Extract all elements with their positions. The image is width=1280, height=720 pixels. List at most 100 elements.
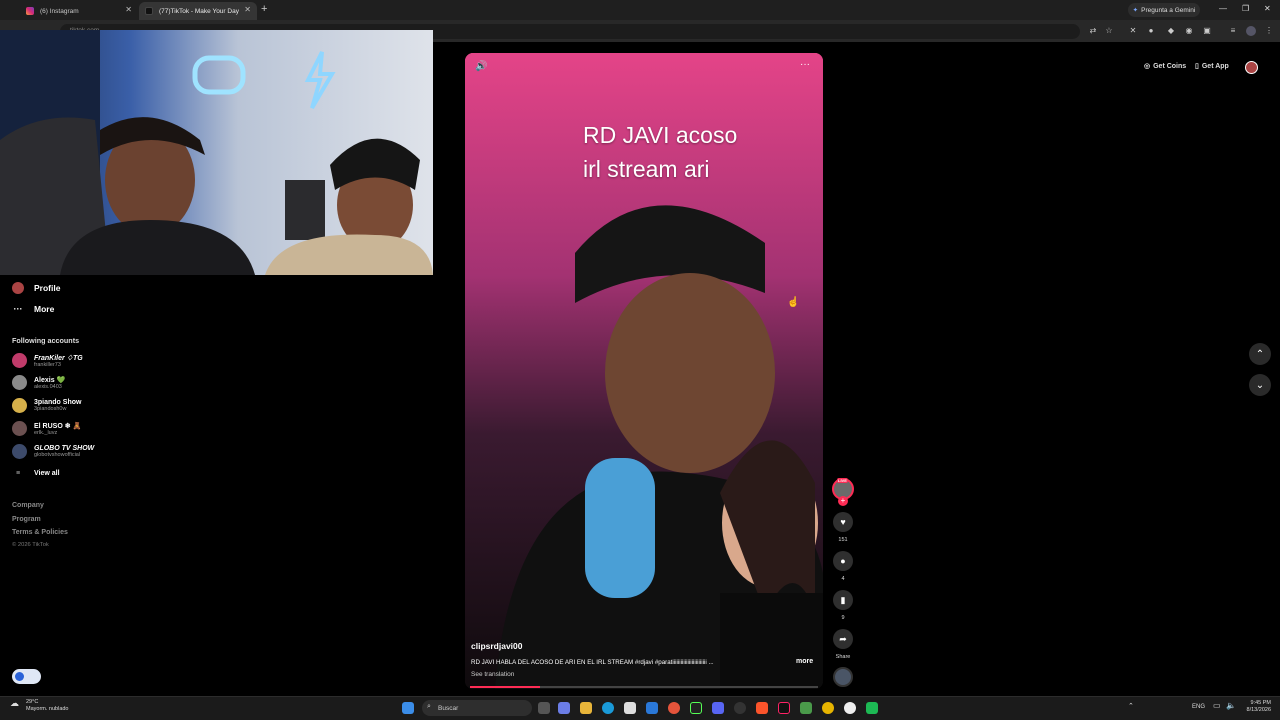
comment-icon: ● — [840, 556, 846, 566]
following-account[interactable]: 3piando Show 3piandosh0w — [12, 398, 81, 413]
share-button[interactable]: ➦ — [833, 629, 853, 649]
view-all-label: View all — [34, 470, 60, 477]
avatar — [12, 421, 27, 436]
tab-label: (77)TikTok - Make Your Day — [159, 7, 239, 15]
comment-button[interactable]: ● — [833, 551, 853, 571]
close-window-icon[interactable]: ✕ — [1264, 4, 1271, 13]
close-tab-icon[interactable]: ✕ — [244, 5, 251, 14]
following-account[interactable]: GLOBO TV SHOW globotvshowofficial — [12, 444, 94, 459]
discord-icon[interactable] — [712, 702, 724, 714]
share-label: Share — [835, 654, 851, 660]
edge-icon[interactable] — [602, 702, 614, 714]
minimize-icon[interactable]: — — [1219, 4, 1227, 13]
toggle-icon — [15, 672, 24, 681]
following-account[interactable]: El RUSO ❄ 🧸 erlk._luvz — [12, 421, 81, 436]
floating-toggle-button[interactable] — [12, 669, 41, 684]
taskbar-clock[interactable]: 9:45 PM 8/13/2026 — [1241, 700, 1271, 714]
restore-icon[interactable]: ❐ — [1242, 4, 1249, 13]
extension-x-icon[interactable]: ✕ — [1128, 26, 1138, 36]
extensions-puzzle-icon[interactable]: ▣ — [1202, 26, 1212, 36]
like-button[interactable]: ♥ — [833, 512, 853, 532]
follow-plus-icon[interactable]: + — [838, 496, 848, 506]
brave-icon[interactable] — [756, 702, 768, 714]
mouse-cursor-icon: ☝ — [787, 297, 800, 308]
comment-count: 4 — [841, 576, 845, 582]
chrome-icon[interactable] — [668, 702, 680, 714]
app-icon[interactable] — [800, 702, 812, 714]
store-icon[interactable] — [624, 702, 636, 714]
tab-tiktok[interactable]: (77)TikTok - Make Your Day ✕ — [139, 2, 257, 20]
language-indicator[interactable]: ENG — [1192, 704, 1205, 710]
get-app-button[interactable]: ▯ Get App — [1195, 62, 1229, 71]
sidebar-item-more[interactable]: ··· More — [12, 304, 55, 314]
windows-start-icon[interactable] — [402, 702, 414, 714]
unreal-icon[interactable] — [844, 702, 856, 714]
footer-link-company[interactable]: Company — [12, 502, 44, 509]
video-author[interactable]: clipsrdjavi00 — [471, 641, 523, 651]
chevron-down-icon: ⌄ — [1255, 379, 1265, 391]
taskbar-search[interactable]: ⌕ Buscar — [422, 700, 532, 716]
bookmark-star-icon[interactable]: ☆ — [1104, 26, 1114, 36]
close-tab-icon[interactable]: ✕ — [125, 5, 132, 14]
sparkle-icon: ✦ — [1132, 7, 1139, 14]
new-tab-button[interactable]: + — [261, 3, 267, 15]
app-icon[interactable] — [690, 702, 702, 714]
footer-link-program[interactable]: Program — [12, 516, 41, 523]
volume-icon[interactable]: 🔊 — [475, 61, 487, 72]
task-view-icon[interactable] — [538, 702, 550, 714]
copyright: © 2026 TikTok — [12, 542, 49, 548]
save-button[interactable]: ▮ — [833, 590, 853, 610]
view-all-button[interactable]: ≡ View all — [12, 470, 60, 477]
tiktok-app-icon[interactable] — [778, 702, 790, 714]
see-translation-link[interactable]: See translation — [471, 671, 514, 678]
account-name: Alexis 💚 — [34, 376, 66, 384]
tab-instagram[interactable]: (6) Instagram ✕ — [20, 2, 138, 20]
get-app-label: Get App — [1201, 62, 1229, 70]
file-explorer-icon[interactable] — [580, 702, 592, 714]
speaker-icon[interactable]: 🔈 — [1226, 701, 1236, 710]
extension-icon[interactable]: ◆ — [1166, 26, 1176, 36]
sidebar-item-label: More — [34, 304, 55, 314]
caption-more-link[interactable]: more — [796, 658, 813, 665]
video-options-icon[interactable]: ··· — [800, 59, 810, 70]
search-placeholder: Buscar — [438, 704, 459, 712]
browser-menu-icon[interactable]: ⋮ — [1264, 26, 1274, 36]
live-badge: LIVE — [837, 478, 848, 483]
play-icon[interactable] — [866, 702, 878, 714]
extension-icon[interactable]: ● — [1146, 26, 1156, 36]
weather-temp: 29°C — [26, 699, 39, 705]
following-account[interactable]: FranKiler ♢TG frankiller73 — [12, 353, 83, 368]
tray-chevron-icon[interactable]: ⌃ — [1128, 702, 1134, 710]
github-icon[interactable] — [734, 702, 746, 714]
mail-icon[interactable] — [646, 702, 658, 714]
overlay-line: RD JAVI acoso — [583, 122, 738, 148]
gemini-label: Pregunta a Gemini — [1141, 6, 1196, 14]
reading-list-icon[interactable]: ≡ — [1228, 26, 1238, 36]
sidebar-item-profile[interactable]: Profile — [12, 282, 60, 294]
gemini-button[interactable]: ✦ Pregunta a Gemini — [1128, 3, 1200, 17]
lightning-neon-icon — [304, 51, 336, 110]
get-coins-button[interactable]: ◎ Get Coins — [1144, 62, 1186, 71]
phone-icon: ▯ — [1195, 63, 1199, 70]
windows-taskbar — [0, 696, 1280, 720]
list-icon: ≡ — [15, 470, 21, 477]
save-count: 9 — [841, 615, 845, 621]
user-avatar[interactable] — [1245, 61, 1258, 74]
chevron-up-icon: ⌃ — [1255, 348, 1265, 360]
translate-icon[interactable]: ⇄ — [1088, 26, 1098, 36]
weather-desc: Mayorm. nublado — [26, 706, 69, 712]
account-name: GLOBO TV SHOW — [34, 445, 95, 452]
weather-widget[interactable]: ☁ 29°C Mayorm. nublado — [10, 699, 69, 713]
profile-avatar-icon[interactable] — [1246, 26, 1256, 36]
sound-disc-icon[interactable] — [833, 667, 853, 687]
next-video-button[interactable]: ⌄ — [1249, 374, 1271, 396]
previous-video-button[interactable]: ⌃ — [1249, 343, 1271, 365]
video-progress-bar[interactable] — [470, 686, 818, 688]
extension-icon[interactable]: ◉ — [1184, 26, 1194, 36]
footer-link-terms[interactable]: Terms & Policies — [12, 529, 68, 536]
widgets-icon[interactable] — [558, 702, 570, 714]
network-icon[interactable]: ▭ — [1213, 701, 1221, 710]
account-handle: globotvshowofficial — [34, 452, 81, 458]
following-account[interactable]: Alexis 💚 alexis.0403 — [12, 375, 65, 390]
app-icon[interactable] — [822, 702, 834, 714]
